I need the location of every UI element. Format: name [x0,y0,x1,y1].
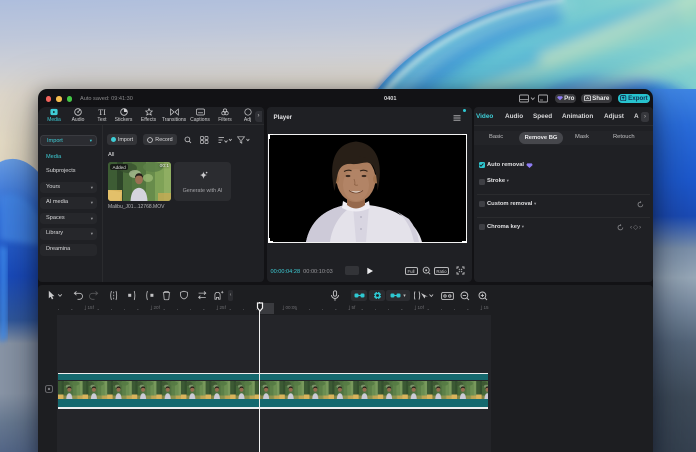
svg-text:TI: TI [98,108,106,116]
